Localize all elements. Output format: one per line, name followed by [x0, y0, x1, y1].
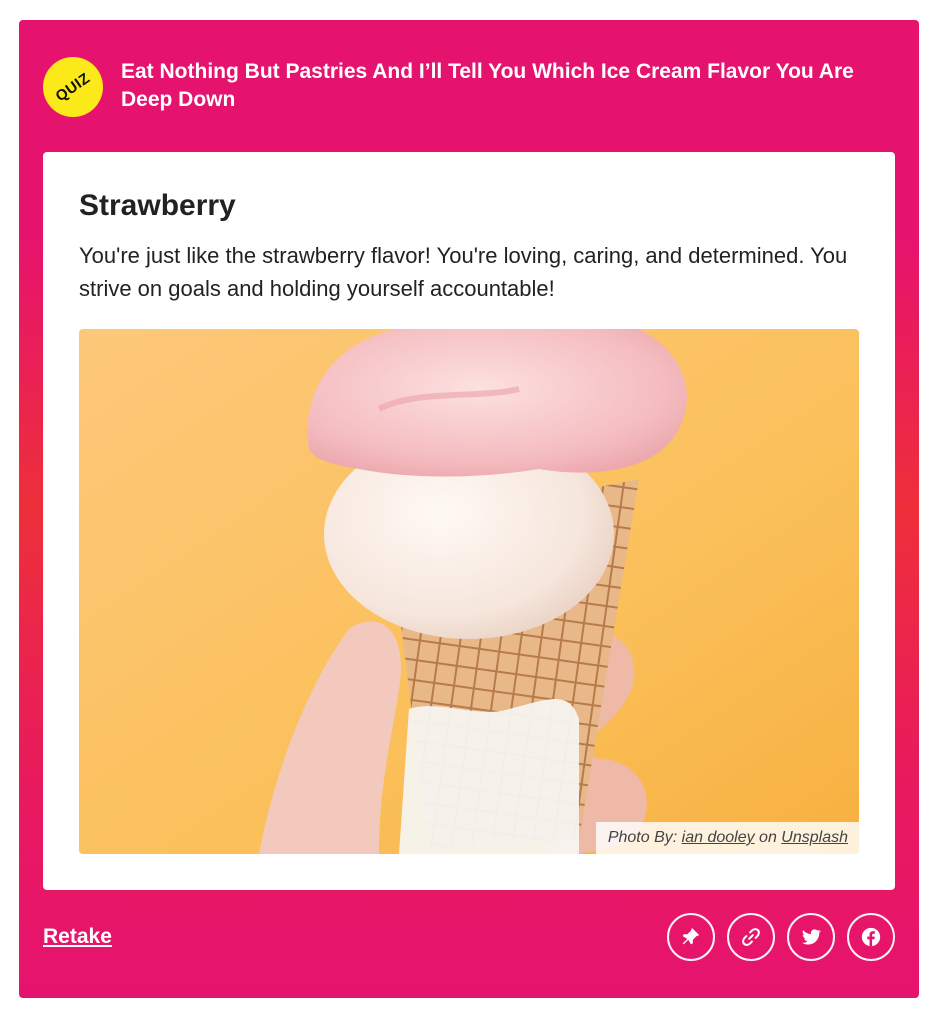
- facebook-share-button[interactable]: [847, 913, 895, 961]
- result-heading: Strawberry: [79, 189, 236, 222]
- twitter-icon: [802, 929, 822, 945]
- retake-link[interactable]: Retake: [43, 923, 112, 951]
- quiz-result-card: QUIZ Eat Nothing But Pastries And I’ll T…: [19, 20, 919, 998]
- photo-credit-author-link[interactable]: ian dooley: [682, 829, 755, 846]
- photo-credit: Photo By: ian dooley on Unsplash: [595, 822, 859, 854]
- result-description: You're just like the strawberry flavor! …: [79, 243, 848, 301]
- pin-icon: [682, 927, 700, 945]
- photo-credit-middle: on: [754, 829, 782, 846]
- photo-credit-prefix: Photo By:: [607, 829, 682, 846]
- facebook-icon: [861, 927, 881, 947]
- ice-cream-photo: [79, 329, 859, 854]
- link-icon: [742, 928, 760, 946]
- photo-credit-source-link[interactable]: Unsplash: [781, 829, 848, 846]
- quiz-badge-label: QUIZ: [52, 69, 94, 105]
- twitter-share-button[interactable]: [787, 913, 835, 961]
- copy-link-button[interactable]: [727, 913, 775, 961]
- result-image: Photo By: ian dooley on Unsplash: [79, 329, 859, 854]
- quiz-badge: QUIZ: [43, 57, 103, 117]
- quiz-title[interactable]: Eat Nothing But Pastries And I’ll Tell Y…: [121, 58, 881, 114]
- result-panel: Strawberry You're just like the strawber…: [43, 152, 895, 890]
- pin-share-button[interactable]: [667, 913, 715, 961]
